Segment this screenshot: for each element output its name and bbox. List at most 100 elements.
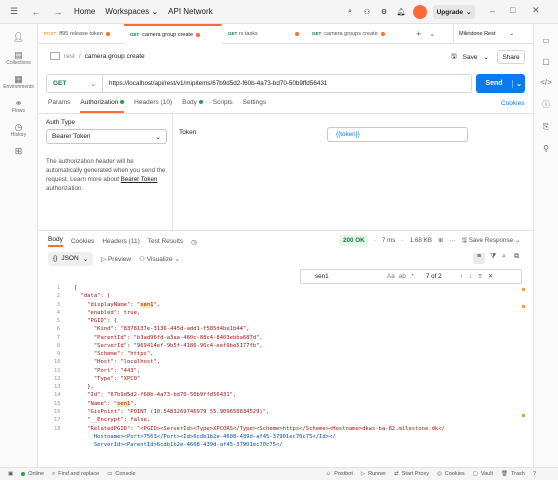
start-proxy-button[interactable]: ⇄ Start Proxy: [394, 471, 429, 477]
match-word-toggle[interactable]: ab: [399, 273, 406, 280]
vault-button[interactable]: ▢ Vault: [473, 471, 493, 477]
find-input[interactable]: sen1: [301, 273, 387, 280]
tab-authorization[interactable]: Authorization: [80, 99, 125, 113]
related-icon[interactable]: ⎘: [534, 122, 558, 132]
find-in-selection-icon[interactable]: ≡: [478, 273, 482, 280]
tab-response-body[interactable]: Body: [48, 236, 63, 247]
vault-icon: ▢: [472, 471, 478, 477]
filter-icon[interactable]: ⧩: [490, 253, 496, 261]
back-arrow-icon[interactable]: ←: [30, 6, 42, 18]
more-horizontal-icon[interactable]: ···: [449, 237, 455, 244]
sidebar-item-profile[interactable]: 👤︎: [0, 32, 37, 42]
search-icon[interactable]: ⌕: [502, 253, 506, 261]
arrow-up-icon[interactable]: ↑: [460, 273, 463, 280]
tab-camera-groups-create[interactable]: GET camera groups create: [306, 24, 410, 44]
tab-body[interactable]: Body: [182, 99, 203, 113]
tab-rs-tasks[interactable]: GET rs tasks: [222, 24, 306, 44]
tab-settings[interactable]: Settings: [243, 99, 267, 113]
auth-divider: [172, 114, 173, 230]
tab-params[interactable]: Params: [48, 99, 70, 113]
invite-user-icon[interactable]: ⚇: [361, 6, 373, 18]
breadcrumb-parent[interactable]: rest: [64, 53, 75, 60]
wrap-lines-icon[interactable]: ≡: [473, 253, 485, 264]
sidebar-item-history[interactable]: ◷ History: [0, 122, 37, 138]
postbot-icon: ☺: [325, 471, 332, 477]
upgrade-button[interactable]: Upgrade ⌄: [433, 5, 475, 19]
api-network-link[interactable]: API Network: [168, 7, 212, 16]
search-icon[interactable]: ⌕: [344, 6, 356, 18]
console-button[interactable]: ▭ Console: [107, 471, 135, 477]
save-response-button[interactable]: 🖫︎ Save Response ⌄: [462, 235, 521, 246]
postbot-button[interactable]: ☺ Postbot: [326, 471, 353, 477]
sidebar-item-flows[interactable]: ⚭ Flows: [0, 98, 37, 114]
method-select[interactable]: GET ⌄: [47, 75, 103, 92]
info-icon[interactable]: ⓘ: [534, 99, 558, 110]
format-select[interactable]: {} JSON ⌄: [48, 252, 94, 266]
tab-headers[interactable]: Headers (10): [134, 99, 172, 113]
find-replace-button[interactable]: ⌕ Find and replace: [52, 471, 99, 478]
sidebar-item-more[interactable]: ⊞: [0, 146, 37, 156]
flow-icon[interactable]: ⚲: [534, 144, 558, 153]
history-icon[interactable]: ◷: [191, 238, 197, 246]
workspaces-menu[interactable]: Workspaces ⌄: [105, 7, 158, 16]
regex-toggle[interactable]: .*: [410, 273, 414, 280]
help-icon[interactable]: ?: [533, 471, 536, 477]
arrow-down-icon[interactable]: ↓: [469, 273, 472, 280]
close-icon[interactable]: ✕: [488, 273, 493, 280]
comments-icon[interactable]: ▢: [534, 57, 558, 66]
notifications-bell-icon[interactable]: 🔔︎: [395, 6, 407, 18]
avatar[interactable]: [413, 5, 427, 19]
sidebar-item-collections[interactable]: ▤ Collections: [0, 50, 37, 66]
maximize-icon[interactable]: □: [510, 5, 515, 15]
settings-gear-icon[interactable]: ⚙: [378, 6, 390, 18]
tab-camera-group-create[interactable]: GET camera group create: [124, 23, 222, 44]
online-status[interactable]: Online: [21, 471, 44, 477]
line-number: 14: [54, 392, 61, 399]
pane-divider[interactable]: [38, 230, 533, 231]
minimize-icon[interactable]: –: [490, 6, 495, 16]
status-badge[interactable]: 200 OK: [340, 235, 368, 246]
tab-label: camera groups create: [324, 30, 378, 37]
response-body-viewer[interactable]: 1[ 2 "data": [ 3 "displayName": "sen1", …: [54, 284, 520, 466]
url-input[interactable]: https://localhost/api/rest/v1/mipitems/6…: [103, 80, 327, 87]
tab-body-label: Body: [182, 99, 197, 106]
tabs-chevron-down-icon[interactable]: ⌄: [429, 30, 435, 38]
share-button[interactable]: Share: [497, 50, 525, 64]
tab-method: POST: [44, 31, 57, 36]
preview-button[interactable]: ▷ Preview: [101, 255, 131, 263]
new-tab-plus-icon[interactable]: +: [416, 29, 421, 39]
user-icon: 👤︎: [12, 32, 25, 42]
save-button[interactable]: 🖫︎ Save ⌄: [449, 50, 491, 64]
tab-scripts[interactable]: Scripts: [213, 99, 233, 113]
code-line: Hostname><Port>7563</Port><Id>6cdb1b2e-4…: [54, 433, 520, 441]
match-case-toggle[interactable]: Aa: [387, 273, 395, 280]
sidebar-item-environments[interactable]: ▦ Environments: [0, 74, 37, 90]
runner-button[interactable]: ▷ Runner: [361, 471, 386, 477]
response-time[interactable]: 7 ms: [382, 237, 396, 244]
send-label: Send: [485, 80, 503, 87]
breadcrumb-current[interactable]: camera group create: [85, 53, 145, 60]
visualize-button[interactable]: ⚇ Visualize ⌄: [139, 255, 180, 263]
bearer-token-link[interactable]: Bearer Token: [121, 176, 158, 183]
tab-response-cookies[interactable]: Cookies: [71, 238, 94, 245]
documentation-icon[interactable]: ▭: [534, 36, 558, 45]
auth-type-select[interactable]: Bearer Token ⌄: [46, 129, 167, 144]
toggle-sidebar-icon[interactable]: ▣: [8, 471, 13, 477]
tab-response-headers[interactable]: Headers (11): [102, 238, 139, 245]
tab-ff95-release-token[interactable]: POST ff95 release token: [38, 24, 124, 44]
forward-arrow-icon[interactable]: →: [52, 6, 64, 18]
menu-icon[interactable]: ☰: [8, 6, 20, 18]
token-input[interactable]: {{token}}: [327, 127, 468, 142]
chevron-down-icon[interactable]: ⌄: [512, 79, 525, 88]
cookies-link[interactable]: Cookies: [501, 100, 524, 107]
cookies-button[interactable]: ◎ Cookies: [437, 471, 465, 477]
tab-test-results[interactable]: Test Results: [148, 238, 183, 245]
code-icon[interactable]: </>: [534, 78, 558, 87]
trash-button[interactable]: 🗑︎ Trash: [501, 471, 525, 477]
environment-selector[interactable]: Milestone Rest ⌄: [453, 24, 533, 44]
copy-icon[interactable]: ⧉: [514, 253, 519, 261]
send-button[interactable]: Send ⌄: [476, 74, 525, 93]
response-size[interactable]: 1.68 KB: [410, 237, 432, 244]
close-icon[interactable]: ✕: [532, 5, 540, 16]
home-link[interactable]: Home: [74, 7, 95, 16]
